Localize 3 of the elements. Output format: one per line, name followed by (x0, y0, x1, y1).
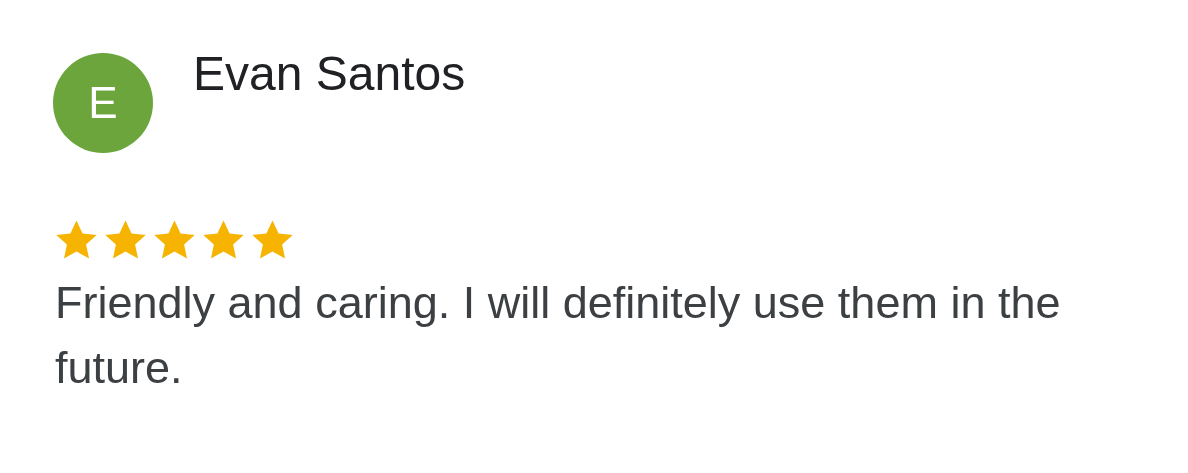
review-text: Friendly and caring. I will definitely use them in the future. (55, 276, 1062, 395)
avatar: E (53, 53, 153, 153)
author-name: Evan Santos (193, 49, 466, 99)
